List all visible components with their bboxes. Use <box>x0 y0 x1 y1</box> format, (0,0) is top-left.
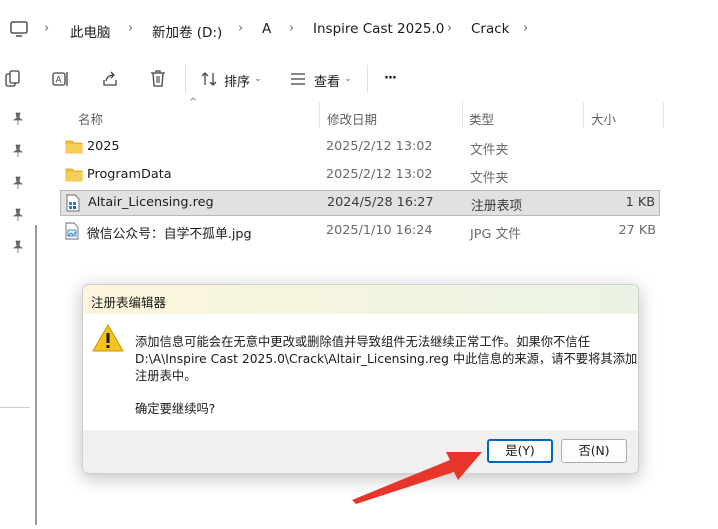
file-name: Altair_Licensing.reg <box>88 195 214 210</box>
file-type: 文件夹 <box>470 143 509 158</box>
chevron-right-icon[interactable]: › <box>447 21 452 36</box>
share-icon[interactable] <box>101 70 119 88</box>
copy-icon[interactable] <box>4 70 22 88</box>
chevron-right-icon[interactable]: › <box>289 21 294 36</box>
dialog-body: 添加信息可能会在无意中更改或删除值并导致组件无法继续正常工作。如果你不信任 D:… <box>83 314 638 430</box>
chevron-right-icon[interactable]: › <box>238 21 243 36</box>
pin-icon[interactable] <box>11 240 25 254</box>
sort-icon[interactable] <box>201 71 217 87</box>
dialog-message-line: D:\A\Inspire Cast 2025.0\Crack\Altair_Li… <box>135 352 639 366</box>
computer-icon[interactable] <box>10 21 28 37</box>
column-header-size[interactable]: 大小 <box>591 109 616 128</box>
file-name: ProgramData <box>87 167 172 182</box>
breadcrumb-folder-a[interactable]: A <box>262 21 271 37</box>
toolbar-divider <box>367 65 368 93</box>
file-row[interactable]: 2025 2025/2/12 13:02 文件夹 <box>60 134 660 160</box>
no-button[interactable]: 否(N) <box>561 439 627 463</box>
delete-icon[interactable] <box>149 69 167 88</box>
file-type: JPG 文件 <box>470 227 522 242</box>
more-options-button[interactable]: ··· <box>384 71 397 86</box>
dialog-question: 确定要继续吗? <box>135 402 216 416</box>
dialog-message-line: 注册表中。 <box>135 369 197 383</box>
file-row[interactable]: ProgramData 2025/2/12 13:02 文件夹 <box>60 162 660 188</box>
image-file-icon <box>65 222 79 240</box>
chevron-down-icon[interactable]: ⌄ <box>344 74 352 84</box>
folder-icon <box>65 168 83 182</box>
file-date: 2025/2/12 13:02 <box>326 139 433 154</box>
file-row[interactable]: Altair_Licensing.reg 2024/5/28 16:27 注册表… <box>60 190 660 216</box>
chevron-right-icon[interactable]: › <box>523 21 528 36</box>
nav-divider <box>0 407 30 408</box>
chevron-right-icon[interactable]: › <box>128 21 133 36</box>
dialog-message-line: 添加信息可能会在无意中更改或删除值并导致组件无法继续正常工作。如果你不信任 <box>135 335 590 349</box>
svg-text:A: A <box>56 76 63 86</box>
address-bar: › 此电脑 › 新加卷 (D:) › A › Inspire Cast 2025… <box>0 0 718 58</box>
warning-icon <box>92 323 124 352</box>
breadcrumb-crack[interactable]: Crack <box>471 21 510 37</box>
rename-icon[interactable]: A <box>52 70 70 88</box>
sort-ascending-icon: ^ <box>189 97 198 108</box>
nav-scrollbar[interactable] <box>35 225 37 525</box>
chevron-down-icon[interactable]: ⌄ <box>254 74 262 84</box>
column-header-name[interactable]: 名称 <box>78 109 103 128</box>
file-date: 2024/5/28 16:27 <box>327 195 434 210</box>
breadcrumb-this-pc[interactable]: 此电脑 <box>70 21 111 41</box>
pin-icon[interactable] <box>11 144 25 158</box>
pin-icon[interactable] <box>11 208 25 222</box>
column-divider[interactable] <box>319 102 320 128</box>
folder-icon <box>65 140 83 154</box>
file-size: 1 KB <box>625 195 655 210</box>
dialog-title: 注册表编辑器 <box>91 295 167 310</box>
column-divider[interactable] <box>583 102 584 128</box>
column-divider[interactable] <box>663 102 664 128</box>
view-icon[interactable] <box>290 72 306 86</box>
registry-file-icon <box>66 194 80 212</box>
file-type: 注册表项 <box>471 199 523 214</box>
chevron-right-icon[interactable]: › <box>44 21 49 36</box>
sort-button[interactable]: 排序 <box>224 71 250 90</box>
pin-icon[interactable] <box>11 176 25 190</box>
column-header-date[interactable]: 修改日期 <box>327 109 377 128</box>
file-date: 2025/2/12 13:02 <box>326 167 433 182</box>
breadcrumb-inspire-cast[interactable]: Inspire Cast 2025.0 <box>313 21 444 37</box>
breadcrumb-drive-d[interactable]: 新加卷 (D:) <box>152 21 222 41</box>
column-header-type[interactable]: 类型 <box>469 109 494 128</box>
file-size: 27 KB <box>618 223 656 238</box>
column-divider[interactable] <box>462 102 463 128</box>
file-date: 2025/1/10 16:24 <box>326 223 433 238</box>
file-row[interactable]: 微信公众号：自学不孤单.jpg 2025/1/10 16:24 JPG 文件 2… <box>60 218 660 244</box>
toolbar-divider <box>185 65 186 93</box>
command-toolbar: A 排序 ⌄ 查看 ⌄ ··· <box>0 58 718 102</box>
view-button[interactable]: 查看 <box>314 71 340 90</box>
file-name: 2025 <box>87 139 120 154</box>
yes-button[interactable]: 是(Y) <box>487 439 553 463</box>
pin-icon[interactable] <box>11 112 25 126</box>
file-type: 文件夹 <box>470 171 509 186</box>
red-arrow-annotation <box>352 452 482 504</box>
dialog-titlebar[interactable]: 注册表编辑器 <box>83 285 638 314</box>
file-name: 微信公众号：自学不孤单.jpg <box>87 227 252 242</box>
